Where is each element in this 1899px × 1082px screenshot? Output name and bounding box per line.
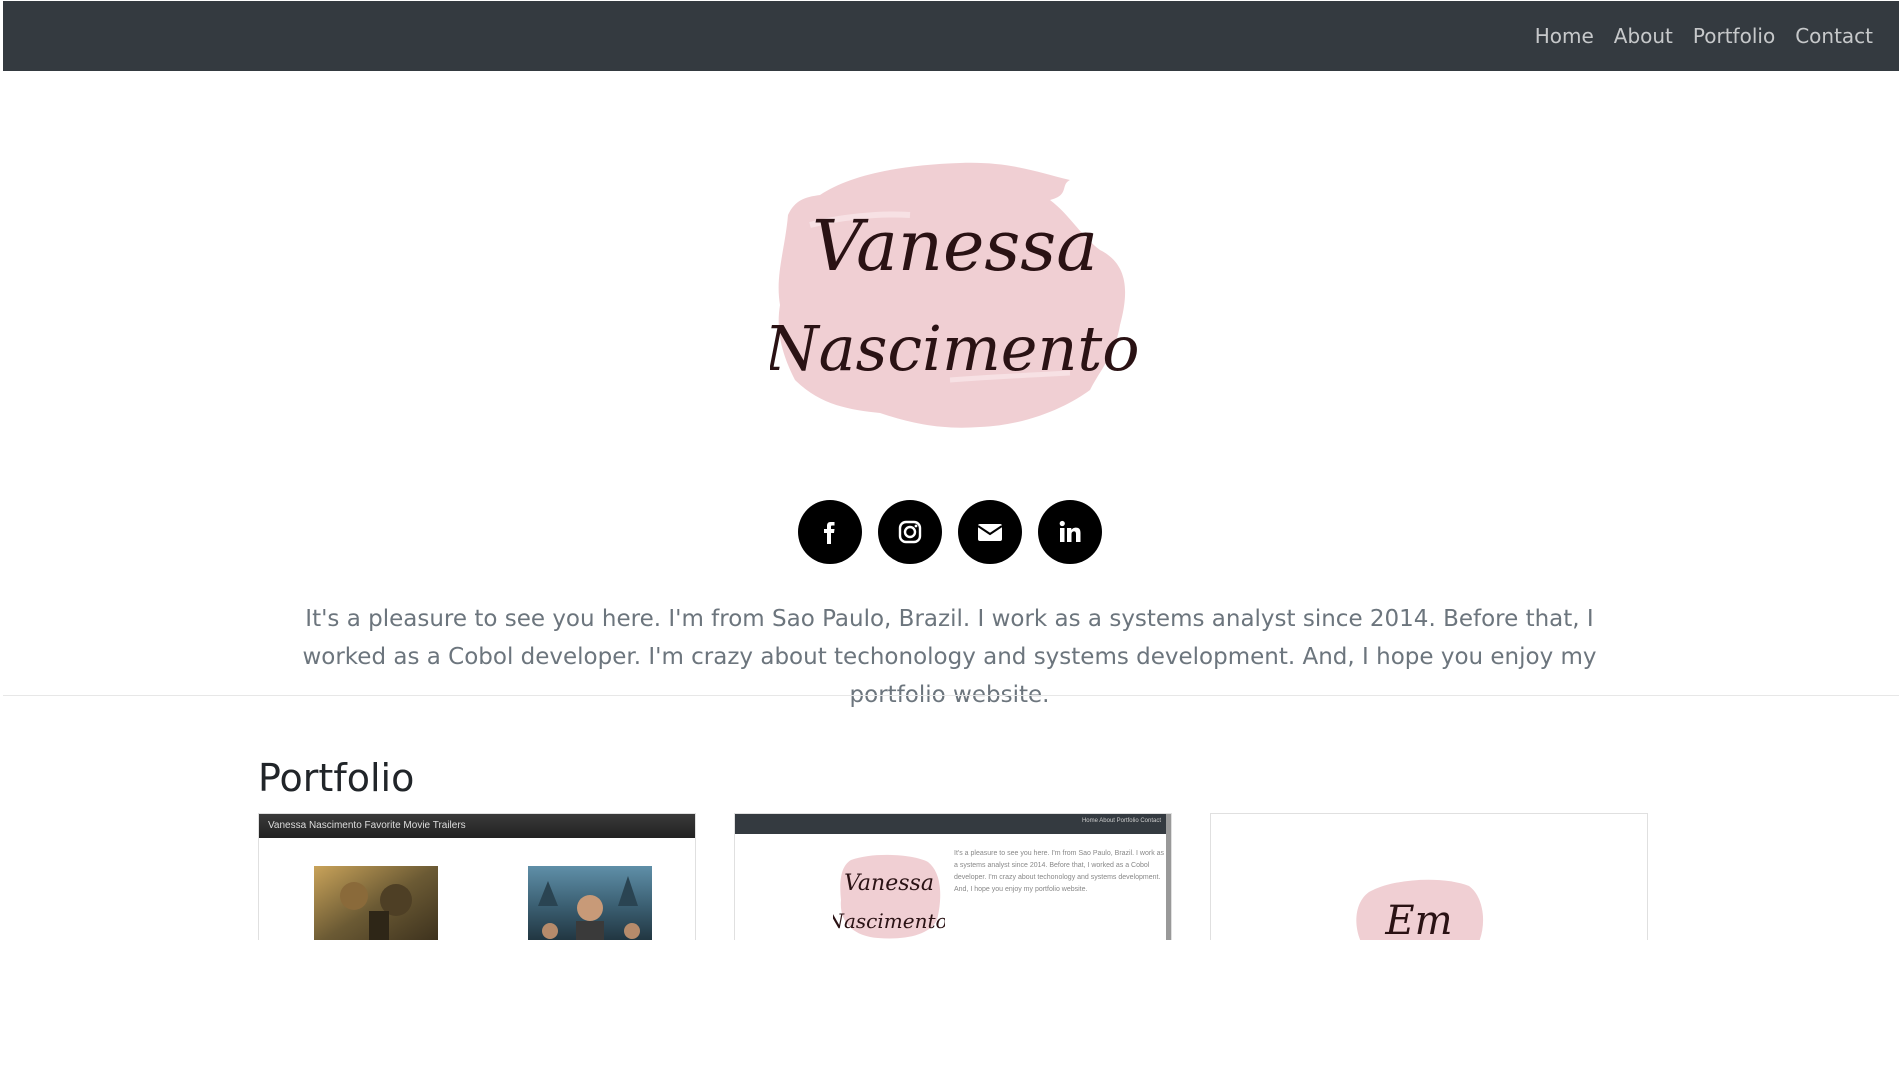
logo-line2: Nascimento [770,312,1140,385]
logo: Vanessa Nascimento [762,155,1140,435]
card-preview-bio: It's a pleasure to see you here. I'm fro… [954,850,1165,893]
card-preview-scrollbar [1166,814,1171,940]
portfolio-card-movie-trailers[interactable]: Vanessa Nascimento Favorite Movie Traile… [258,813,696,940]
linkedin-button[interactable] [1037,500,1102,564]
facebook-button[interactable] [797,500,862,564]
instagram-button[interactable] [877,500,942,564]
nav-about-link[interactable]: About [1614,24,1673,48]
card-header: Vanessa Nascimento Favorite Movie Traile… [259,814,695,838]
movie-poster-image [314,866,438,940]
facebook-icon [823,522,834,544]
portfolio-card-website[interactable]: Home About Portfolio Contact Vanessa Nas… [734,813,1172,940]
email-icon [976,524,1003,541]
instagram-icon [898,520,921,544]
bio-text: It's a pleasure to see you here. I'm fro… [302,606,1597,708]
page-bottom [0,940,1899,1082]
linkedin-icon [1059,520,1080,542]
nav-links: Home About Portfolio Contact [1515,1,1873,71]
svg-text:Nascimento: Nascimento [833,909,945,933]
portfolio-card-logo[interactable]: Em [1210,813,1648,940]
logo-brush-image: Vanessa Nascimento [762,162,1140,428]
card-preview-logo: Em [1356,879,1484,940]
navbar: Home About Portfolio Contact [3,1,1899,71]
email-button[interactable] [957,500,1022,564]
movie-poster-image [528,866,652,940]
card-preview-logo: Vanessa Nascimento [833,854,945,939]
card-preview-nav-links: Home About Portfolio Contact [1081,818,1161,824]
svg-text:Em: Em [1384,898,1452,940]
nav-contact-link[interactable]: Contact [1795,24,1873,48]
logo-line1: Vanessa [812,205,1098,287]
portfolio-heading: Portfolio [258,756,415,800]
social-links [0,500,1899,564]
nav-portfolio-link[interactable]: Portfolio [1693,24,1775,48]
card-preview-navbar: Home About Portfolio Contact [735,814,1171,834]
brush-stroke [778,162,1126,428]
nav-home-link[interactable]: Home [1535,24,1594,48]
svg-text:Vanessa: Vanessa [844,871,934,896]
section-divider [3,695,1899,696]
